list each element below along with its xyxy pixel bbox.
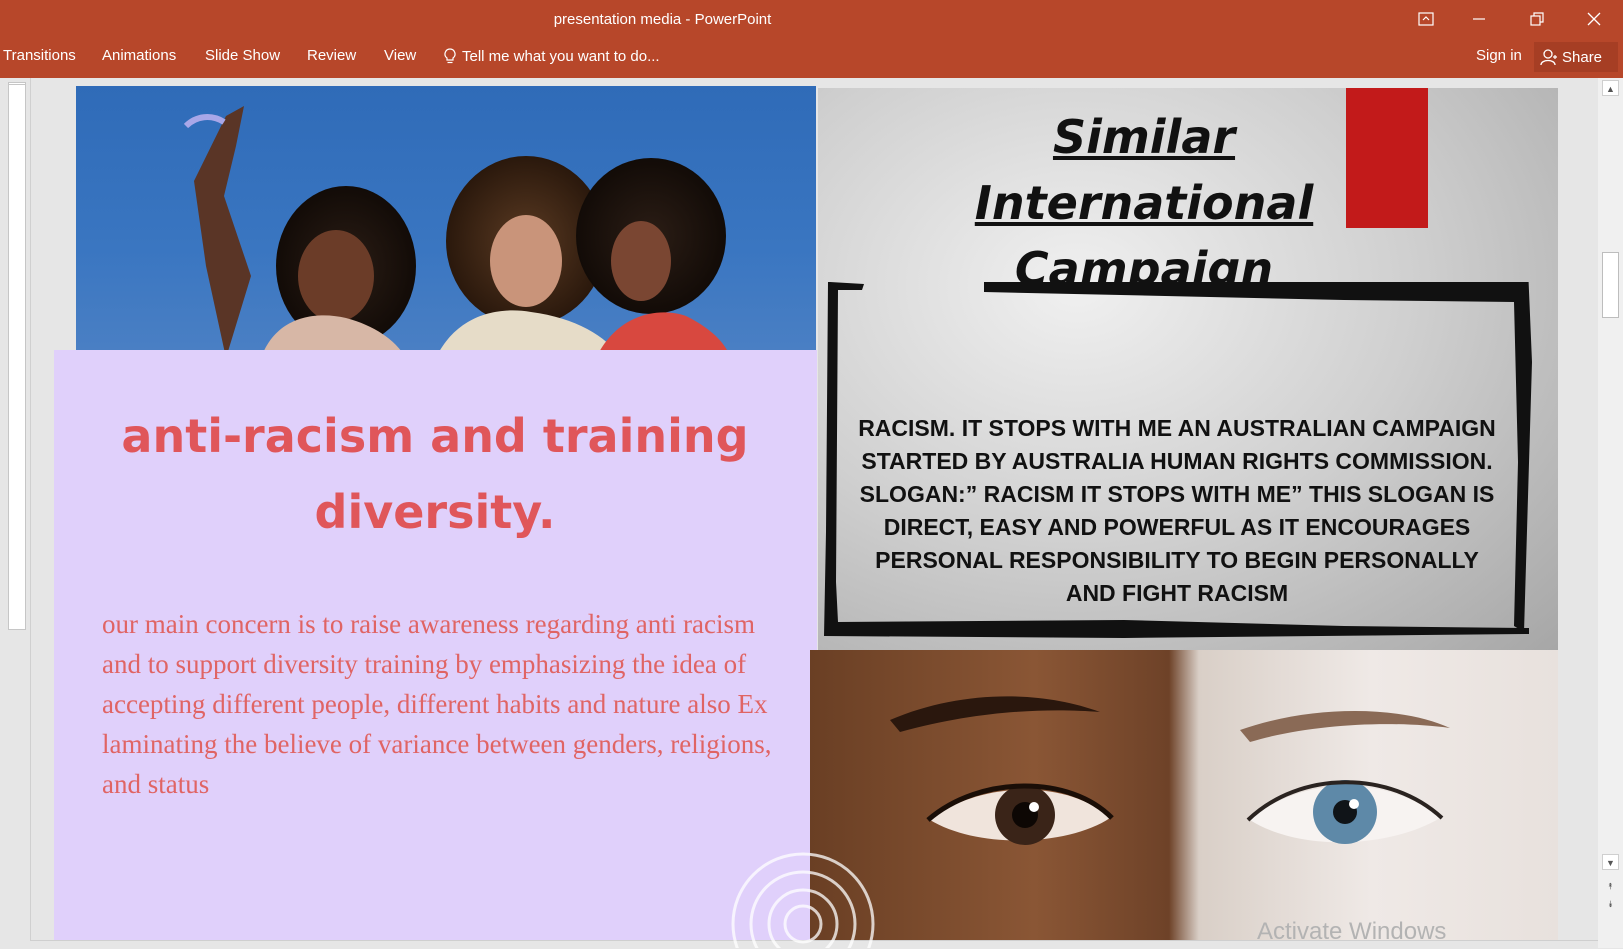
previous-slide-button[interactable]: ⯭	[1602, 878, 1619, 894]
vertical-scrollbar[interactable]: ▲ ▼ ⯭ ⯯	[1598, 78, 1623, 948]
minimize-button[interactable]	[1450, 0, 1508, 38]
scroll-down-button[interactable]: ▼	[1602, 854, 1619, 870]
close-button[interactable]	[1565, 0, 1623, 38]
person-icon	[1540, 49, 1557, 66]
activate-windows-watermark: Activate Windows	[1257, 918, 1447, 945]
women-photo-illustration	[183, 106, 731, 358]
restore-icon	[1530, 12, 1544, 26]
tell-me-text: Tell me what you want to do...	[462, 47, 660, 65]
title-bar: presentation media - PowerPoint	[0, 0, 1623, 38]
scroll-up-button[interactable]: ▲	[1602, 80, 1619, 96]
ribbon-tabs: Transitions Animations Slide Show Review…	[0, 38, 1623, 78]
slide-heading[interactable]: anti-racism and training diversity.	[84, 398, 786, 550]
close-icon	[1587, 12, 1601, 26]
eyes-photo[interactable]	[810, 650, 1558, 940]
campaign-description[interactable]: RACISM. IT STOPS WITH ME AN AUSTRALIAN C…	[857, 412, 1497, 610]
women-photo[interactable]	[76, 86, 816, 358]
share-button[interactable]: Share	[1534, 42, 1618, 72]
share-label: Share	[1562, 48, 1603, 66]
slide-body-text[interactable]: our main concern is to raise awareness r…	[102, 604, 782, 804]
lightbulb-icon	[444, 47, 456, 63]
eyes-photo-illustration	[890, 696, 1450, 845]
window-title: presentation media - PowerPoint	[553, 11, 772, 28]
tab-slide-show[interactable]: Slide Show	[205, 38, 280, 74]
slide-canvas[interactable]: anti-racism and training diversity. our …	[54, 84, 1558, 940]
restore-button[interactable]	[1508, 0, 1566, 38]
tab-animations[interactable]: Animations	[102, 38, 176, 74]
minimize-icon	[1473, 18, 1485, 20]
watermark-logo	[731, 852, 875, 948]
tab-view[interactable]: View	[384, 38, 416, 74]
tab-review[interactable]: Review	[307, 38, 356, 74]
sign-in-link[interactable]: Sign in	[1476, 38, 1522, 74]
tell-me-search[interactable]: Tell me what you want to do...	[444, 38, 660, 74]
scrollbar-thumb[interactable]	[1602, 252, 1619, 318]
ribbon-display-options-button[interactable]	[1397, 0, 1455, 38]
slide-title[interactable]: Similar International Campaign	[914, 104, 1374, 302]
next-slide-button[interactable]: ⯯	[1602, 896, 1619, 912]
anti-racism-panel[interactable]: anti-racism and training diversity. our …	[54, 350, 817, 940]
ribbon-display-icon	[1418, 12, 1434, 26]
thumbnail-scrollbar[interactable]	[8, 84, 26, 630]
tab-transitions[interactable]: Transitions	[3, 38, 76, 74]
